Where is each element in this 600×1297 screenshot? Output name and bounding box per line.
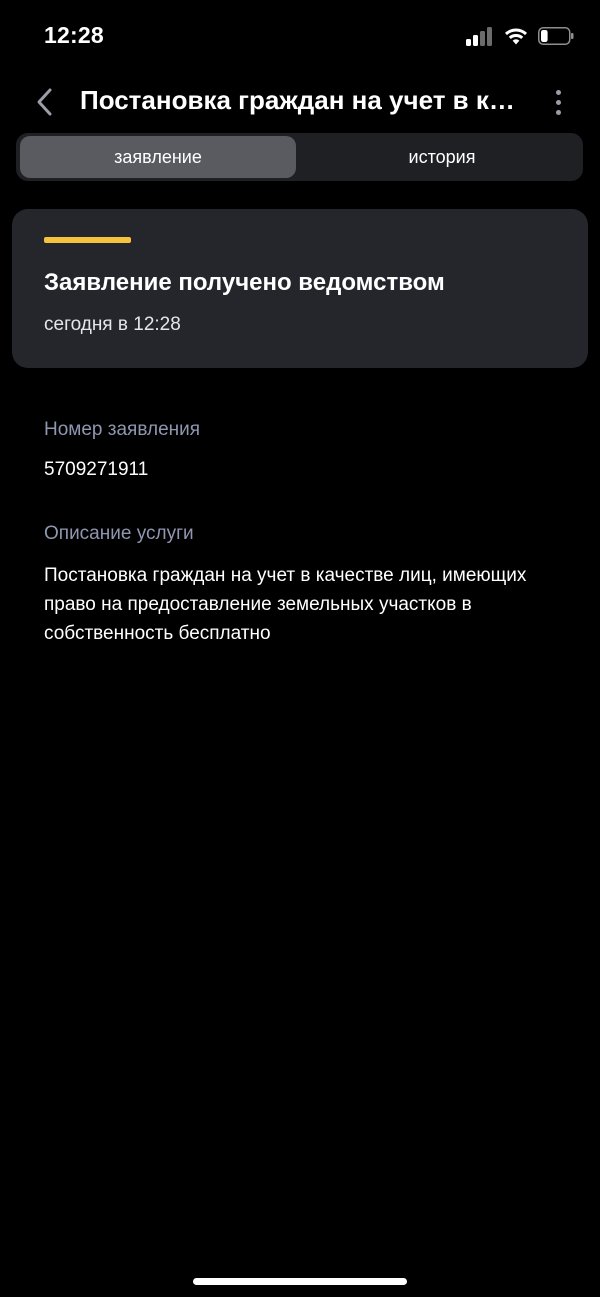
home-indicator[interactable]	[193, 1278, 407, 1285]
top-app-bar: Постановка граждан на учет в качестве ли…	[0, 76, 600, 126]
application-number-value: 5709271911	[44, 459, 149, 480]
status-title: Заявление получено ведомством	[44, 269, 445, 296]
status-time: 12:28	[44, 22, 104, 48]
tab-application[interactable]: заявление	[20, 136, 296, 178]
more-options-button[interactable]	[546, 84, 570, 120]
status-accent-bar	[44, 237, 131, 243]
status-card: Заявление получено ведомством сегодня в …	[12, 209, 588, 368]
back-button[interactable]	[28, 82, 62, 122]
segmented-tabs: заявление история	[16, 133, 583, 181]
status-icons	[466, 24, 574, 48]
chevron-left-icon	[37, 88, 52, 116]
cellular-signal-icon	[466, 26, 494, 46]
page-title: Постановка граждан на учет в качестве ли…	[80, 85, 520, 115]
application-number-label: Номер заявления	[44, 419, 201, 440]
status-time-label: сегодня в 12:28	[44, 314, 181, 335]
application-details-screen: 12:28 Постановка граждан на учет в кач з…	[0, 0, 600, 1297]
wifi-icon	[505, 28, 527, 45]
tab-history[interactable]: история	[304, 136, 580, 178]
more-vertical-icon	[555, 89, 561, 95]
battery-icon	[538, 27, 574, 45]
service-description-value: Постановка граждан на учет в качестве ли…	[44, 565, 527, 644]
service-description-label: Описание услуги	[44, 523, 194, 544]
status-bar: 12:28	[0, 0, 600, 70]
